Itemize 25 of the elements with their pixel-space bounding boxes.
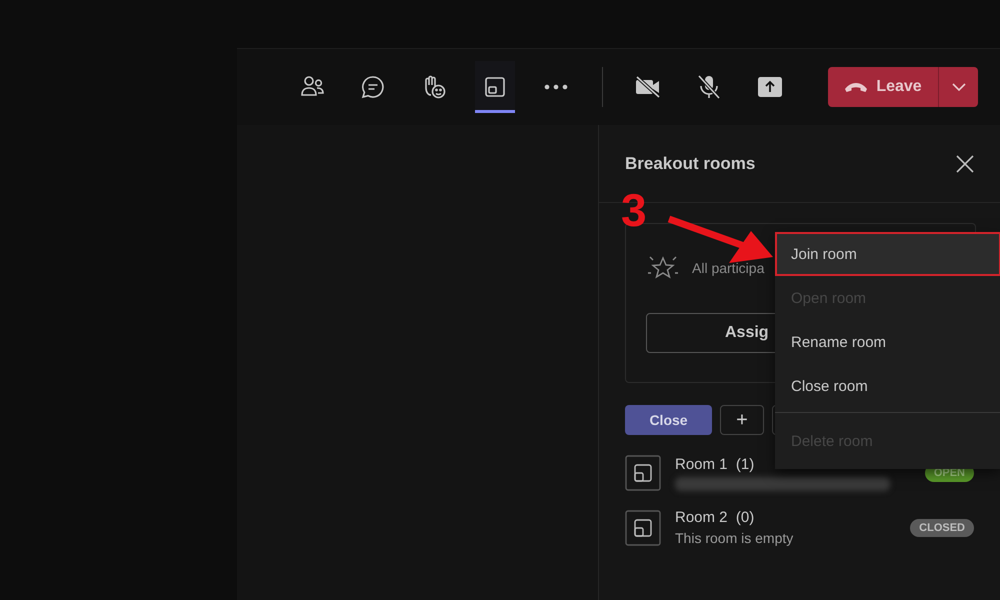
- room-icon: [625, 510, 661, 546]
- share-icon: [757, 76, 783, 98]
- leave-button[interactable]: Leave: [828, 67, 938, 107]
- phone-icon: [844, 81, 868, 93]
- step-number: 3: [621, 187, 647, 233]
- rooms-icon: [483, 75, 507, 99]
- people-icon: [299, 75, 325, 99]
- room-subtitle: This room is empty: [675, 530, 794, 546]
- menu-item[interactable]: Join room: [775, 232, 1000, 276]
- status-badge: CLOSED: [910, 518, 974, 536]
- mic-off-icon: [696, 74, 722, 100]
- chat-icon: [360, 74, 386, 100]
- room-icon: [625, 455, 661, 491]
- add-room-button[interactable]: +: [720, 405, 764, 435]
- card-text: All participa: [692, 260, 764, 276]
- rooms-button[interactable]: [475, 61, 515, 113]
- camera-off-icon: [634, 75, 662, 99]
- room-name[interactable]: Room 2 (0): [675, 509, 896, 526]
- more-icon: [544, 84, 568, 90]
- panel-title: Breakout rooms: [625, 154, 756, 174]
- close-icon[interactable]: [956, 154, 974, 172]
- menu-item[interactable]: Rename room: [775, 320, 1000, 364]
- close-rooms-button[interactable]: Close: [625, 405, 712, 435]
- menu-item[interactable]: Close room: [775, 364, 1000, 408]
- caret-icon: [952, 83, 966, 91]
